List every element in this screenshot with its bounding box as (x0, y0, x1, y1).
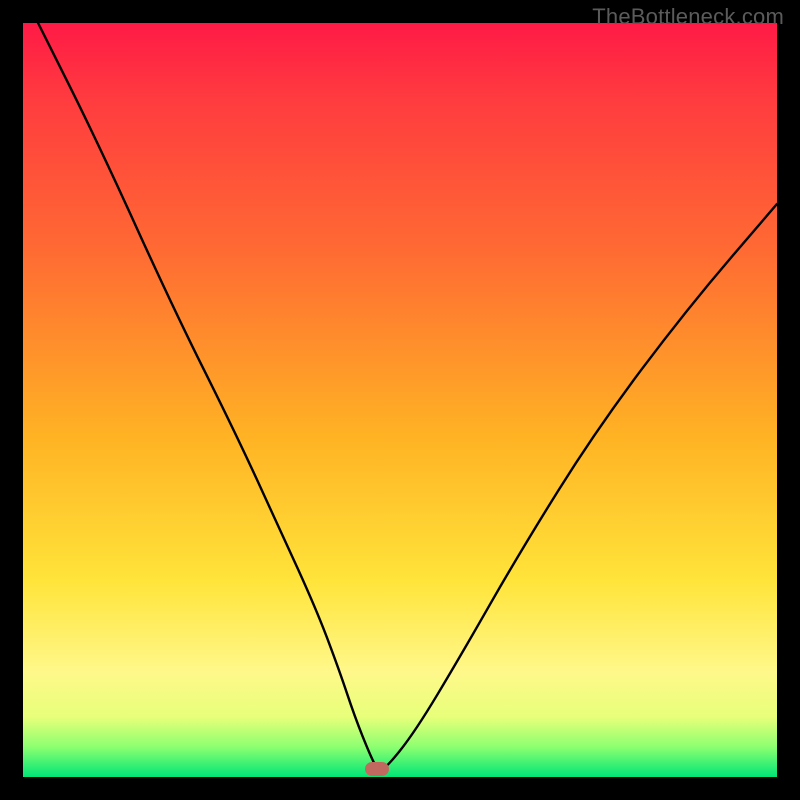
plot-area (23, 23, 777, 777)
optimum-marker (365, 762, 389, 776)
chart-container: TheBottleneck.com (0, 0, 800, 800)
bottleneck-curve (23, 23, 777, 777)
watermark-text: TheBottleneck.com (592, 4, 784, 30)
